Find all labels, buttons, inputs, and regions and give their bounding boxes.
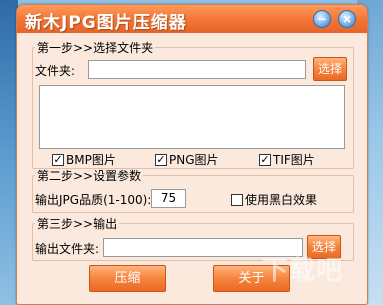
step2-legend: 第二步>>设置参数 [37, 169, 142, 183]
quality-input[interactable]: 75 [151, 189, 186, 208]
step3-legend: 第三步>>输出 [37, 217, 118, 231]
tif-checkbox[interactable]: TIF图片 [259, 151, 315, 168]
site-watermark: 下载吧 [262, 256, 344, 286]
close-button[interactable]: × [338, 10, 356, 28]
png-checkbox-label: PNG图片 [169, 153, 219, 167]
bw-checkbox[interactable]: 使用黑白效果 [231, 191, 317, 208]
bw-checkbox-label: 使用黑白效果 [245, 193, 318, 207]
bw-checkbox-box[interactable] [231, 193, 243, 206]
minimize-button[interactable]: − [313, 10, 331, 28]
tif-checkbox-box[interactable] [259, 153, 271, 166]
bmp-checkbox-label: BMP图片 [66, 153, 116, 167]
bmp-checkbox-box[interactable] [52, 153, 64, 166]
title-bar[interactable]: 新木JPG图片压缩器 − × [17, 5, 367, 33]
bmp-checkbox[interactable]: BMP图片 [52, 151, 116, 168]
png-checkbox-box[interactable] [155, 153, 167, 166]
quality-label: 输出JPG品质(1-100): [35, 193, 152, 207]
window-title: 新木JPG图片压缩器 [25, 13, 187, 33]
folder-input[interactable] [88, 60, 306, 79]
compress-button[interactable]: 压缩 [89, 265, 166, 292]
output-folder-label: 输出文件夹: [35, 242, 100, 256]
png-checkbox[interactable]: PNG图片 [155, 151, 219, 168]
file-list[interactable] [39, 85, 345, 149]
step1-legend: 第一步>>选择文件夹 [37, 41, 154, 55]
browse-folder-button[interactable]: 选择 [313, 57, 347, 81]
tif-checkbox-label: TIF图片 [273, 153, 315, 167]
folder-label: 文件夹: [35, 64, 76, 78]
